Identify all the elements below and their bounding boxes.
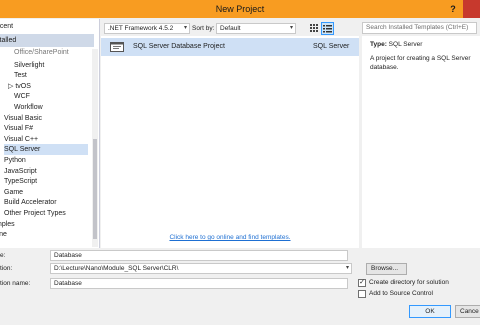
tree-item[interactable]: JavaScript bbox=[4, 166, 37, 177]
source-control-label: Add to Source Control bbox=[369, 290, 433, 297]
small-icons-view-icon[interactable] bbox=[308, 22, 320, 34]
template-tree: ecent stalled Office/SharePoint Silverlig… bbox=[0, 19, 100, 248]
check-icon: ✓ bbox=[359, 279, 365, 286]
tree-item[interactable]: Build Accelerator bbox=[4, 197, 57, 208]
tree-item-installed[interactable]: stalled bbox=[0, 34, 94, 47]
tree-item[interactable]: ▷ tvOS bbox=[8, 81, 31, 92]
description-panel: Type: SQL Server A project for creating … bbox=[362, 36, 480, 248]
tree-item[interactable]: line bbox=[0, 229, 7, 240]
chevron-down-icon: ▾ bbox=[345, 265, 349, 271]
solution-name-input[interactable]: Database bbox=[50, 278, 348, 289]
description-text: A project for creating a SQL Server data… bbox=[370, 55, 471, 71]
name-input[interactable]: Database bbox=[50, 250, 348, 261]
tree-item[interactable]: mples bbox=[0, 219, 15, 230]
tree-item[interactable]: Test bbox=[14, 70, 27, 81]
tree-item[interactable]: Other Project Types bbox=[4, 208, 66, 219]
browse-button[interactable]: Browse... bbox=[366, 263, 407, 275]
tree-item[interactable]: Visual C++ bbox=[4, 134, 38, 145]
tree-item[interactable]: Game bbox=[4, 187, 23, 198]
tree-item[interactable]: Visual Basic bbox=[4, 113, 42, 124]
tree-item[interactable]: WCF bbox=[14, 91, 30, 102]
create-directory-label: Create directory for solution bbox=[369, 279, 449, 286]
template-item[interactable]: SQL Server Database Project SQL Server bbox=[101, 38, 359, 56]
solution-name-label: tion name: bbox=[0, 280, 31, 287]
create-directory-checkbox[interactable]: ✓ bbox=[358, 279, 366, 287]
cancel-button[interactable]: Cance bbox=[455, 305, 480, 318]
tree-item[interactable]: Office/SharePoint bbox=[14, 47, 69, 58]
help-button[interactable]: ? bbox=[445, 0, 461, 18]
database-project-icon bbox=[110, 42, 124, 52]
tree-item[interactable]: Silverlight bbox=[14, 60, 44, 71]
sort-select[interactable]: Default ▾ bbox=[216, 23, 296, 34]
source-control-checkbox[interactable] bbox=[358, 290, 366, 298]
location-input[interactable]: D:\Lecture\Nano\Module_SQL Server\CLR\ ▾ bbox=[50, 263, 352, 274]
template-name: SQL Server Database Project bbox=[133, 43, 225, 50]
tree-item[interactable]: Visual F# bbox=[4, 123, 33, 134]
tree-item-recent[interactable]: ecent bbox=[0, 21, 13, 32]
tree-item[interactable]: SQL Server bbox=[4, 144, 88, 156]
online-templates-link[interactable]: Click here to go online and find templat… bbox=[101, 234, 359, 241]
close-button[interactable] bbox=[463, 0, 480, 18]
list-view-icon[interactable] bbox=[321, 22, 334, 35]
template-list: SQL Server Database Project SQL Server C… bbox=[101, 36, 359, 248]
search-input[interactable]: Search Installed Templates (Ctrl+E) bbox=[362, 22, 477, 34]
ok-button[interactable]: OK bbox=[409, 305, 451, 318]
template-language: SQL Server bbox=[313, 43, 350, 50]
location-label: tion: bbox=[0, 265, 13, 272]
tree-item[interactable]: Python bbox=[4, 155, 26, 166]
chevron-down-icon: ▾ bbox=[183, 25, 187, 31]
window-title: New Project bbox=[215, 4, 265, 14]
tree-item[interactable]: Workflow bbox=[14, 102, 43, 113]
framework-select[interactable]: .NET Framework 4.5.2 ▾ bbox=[104, 23, 190, 34]
name-label: e: bbox=[0, 252, 6, 259]
tree-scrollbar-thumb[interactable] bbox=[93, 139, 97, 239]
chevron-down-icon: ▾ bbox=[289, 25, 293, 31]
tree-item[interactable]: TypeScript bbox=[4, 176, 37, 187]
sort-label: Sort by: bbox=[192, 25, 215, 32]
description-type: Type: SQL Server bbox=[370, 41, 423, 48]
